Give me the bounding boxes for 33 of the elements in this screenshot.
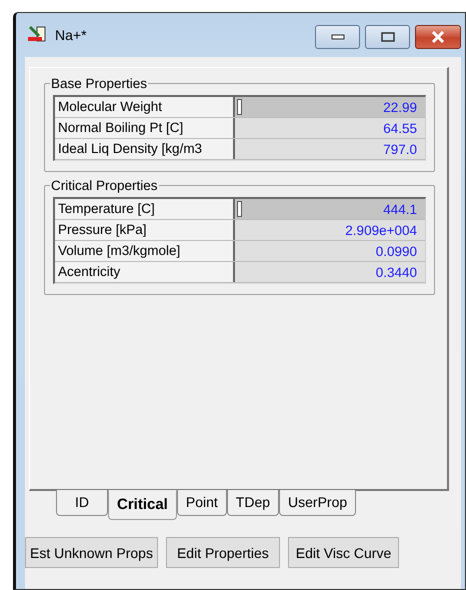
tab[interactable]: Critical [108,490,177,520]
window-title: Na+* [55,27,87,43]
close-button[interactable] [415,25,461,49]
minimize-button[interactable] [315,25,360,49]
action-button[interactable]: Edit Visc Curve [288,537,400,568]
action-button[interactable]: Edit Properties [166,537,280,568]
value-cell[interactable]: 64.55 [235,118,425,138]
close-icon [431,31,445,43]
text-cursor-icon [237,99,242,115]
value-cell[interactable]: 22.99 [235,97,425,117]
property-label: Temperature [C] [55,199,235,219]
value-cell[interactable]: 797.0 [235,139,425,159]
group-title: Critical Properties [50,178,159,193]
value-cell[interactable]: 444.1 [235,199,425,219]
maximize-icon [380,32,394,42]
group-title: Base Properties [50,76,148,91]
tab[interactable]: UserProp [279,490,356,516]
property-label: Normal Boiling Pt [C] [55,118,235,138]
value-cell[interactable]: 0.3440 [235,262,425,282]
property-label: Ideal Liq Density [kg/m3 [55,139,235,159]
maximize-button[interactable] [365,25,410,49]
property-label: Acentricity [55,262,235,282]
property-label: Pressure [kPa] [55,220,235,240]
value-cell[interactable]: 0.0990 [235,241,425,261]
action-button[interactable]: Est Unknown Props [25,537,158,568]
minimize-icon [330,34,344,40]
text-cursor-icon [237,201,242,217]
value-cell[interactable]: 2.909e+004 [235,220,425,240]
tab[interactable]: TDep [226,490,280,516]
property-label: Molecular Weight [55,97,235,117]
tab[interactable]: ID [56,490,108,516]
property-label: Volume [m3/kgmole] [55,241,235,261]
tab[interactable]: Point [176,490,227,516]
